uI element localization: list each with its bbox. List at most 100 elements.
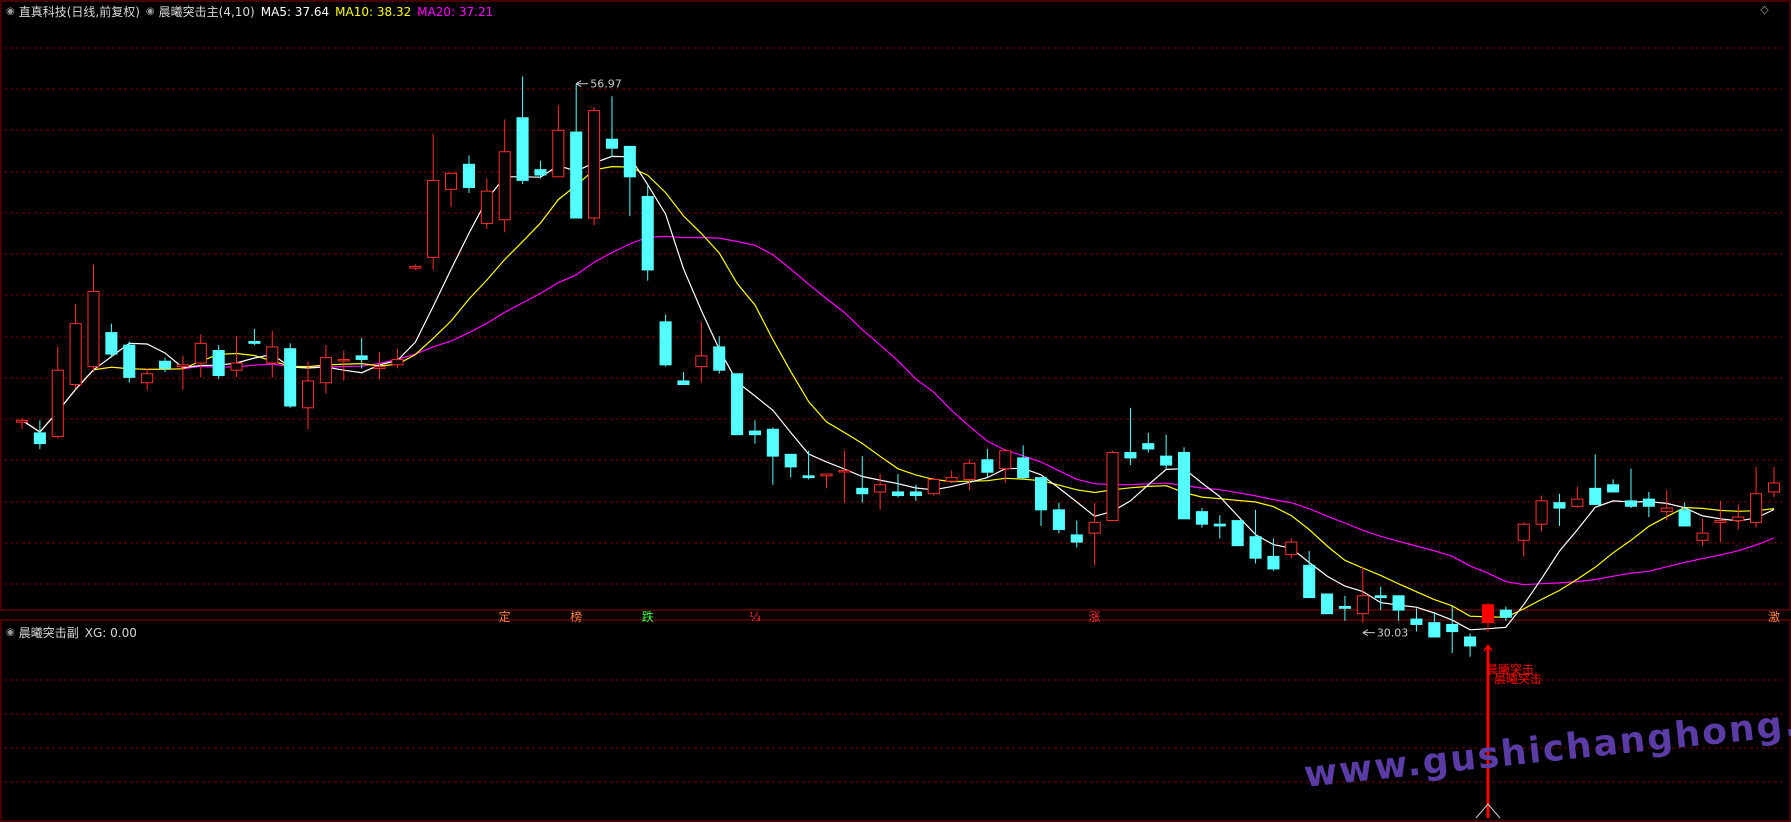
candle-body-75 [1356,595,1369,615]
candle-body-51 [927,478,940,495]
bottom-marker-5: 激 [1768,610,1780,624]
candle-body-91 [1642,498,1655,507]
candle-body-33 [605,138,619,149]
candle-body-39 [713,346,726,371]
indicator-name: 晨曦突击主(4,10) [158,5,255,19]
candle-body-8 [158,360,172,369]
candle-body-13 [248,341,261,344]
candle-body-35 [641,196,654,271]
ma20-line [21,235,1775,586]
candle-body-10 [194,342,207,364]
candle-body-43 [784,453,797,468]
bottom-marker-2: 跌 [642,609,654,624]
candle-body-31 [570,131,583,219]
sub-panel-header: ◉ 晨曦突击副 XG: 0.00 [6,624,143,642]
candle-body-46 [838,469,851,473]
bottom-marker-4: 涨 [1089,609,1101,624]
candle-body-89 [1607,484,1620,493]
candle-body-65 [1177,452,1191,520]
panel-menu-icon[interactable]: ◉ [6,3,15,21]
candle-body-78 [1410,618,1423,625]
candle-body-98 [1767,482,1781,493]
candle-body-34 [623,145,636,178]
candle-body-59 [1070,534,1083,543]
candle-body-49 [891,491,905,497]
candle-body-18 [337,358,350,362]
candle-body-63 [1142,443,1155,450]
candle-body-0 [15,419,29,423]
sub-panel-menu-icon[interactable]: ◉ [6,624,15,642]
candle-body-56 [1017,457,1030,479]
collapse-icon[interactable]: ◇ [1758,3,1771,16]
candle-body-27 [498,151,511,221]
candle-body-42 [766,428,779,457]
candle-body-57 [1034,477,1048,511]
candle-body-86 [1553,502,1566,509]
ma5-value: MA5: 37.64 [260,5,330,19]
candle-body-5 [105,332,118,355]
candle-body-92 [1660,507,1673,513]
main-panel-header: ◉ 直真科技(日线,前复权) ◉ 晨曦突击主(4,10) MA5: 37.64 … [6,3,499,21]
candle-body-29 [534,169,547,176]
candle-body-84 [1517,523,1530,541]
candle-body-3 [69,323,82,386]
candle-body-74 [1338,606,1351,609]
candle-body-37 [677,380,690,386]
candle-body-47 [856,487,869,495]
candle-body-55 [999,450,1012,470]
candle-body-79 [1428,622,1441,638]
candle-body-24 [445,172,458,190]
candle-body-4 [87,290,100,368]
candle-body-38 [695,355,708,368]
min-price-label: 30.03 [1377,627,1409,640]
candle-body-62 [1124,452,1137,459]
candle-body-66 [1195,511,1208,525]
candle-body-20 [373,366,386,369]
candle-body-83 [1499,609,1512,618]
indicator-menu-icon[interactable]: ◉ [146,3,155,21]
candle-body-88 [1589,487,1602,505]
candle-body-23 [427,179,440,258]
candle-body-19 [355,355,368,360]
candle-body-61 [1106,452,1119,522]
candle-body-94 [1696,532,1709,541]
candle-body-7 [141,373,154,384]
candle-body-22 [409,265,422,269]
candle-body-28 [516,117,529,181]
candle-body-17 [319,357,332,384]
candle-body-68 [1231,520,1244,547]
candle-body-58 [1052,509,1065,531]
candle-body-93 [1678,509,1691,527]
candle-body-82 [1481,604,1495,624]
stock-title: 直真科技(日线,前复权) [18,5,140,19]
candle-body-48 [874,484,887,493]
main-panel-border [0,0,1791,611]
bottom-marker-1: 榜 [570,609,582,624]
candle-body-15 [284,348,297,407]
candle-body-90 [1624,500,1638,507]
candle-body-73 [1321,593,1334,615]
candle-body-36 [659,321,672,366]
candle-body-72 [1303,564,1316,599]
candle-body-97 [1750,493,1763,523]
bottom-marker-3: ⅓ [749,610,761,624]
candle-body-26 [480,190,493,224]
bottom-marker-0: 定 [499,609,511,624]
candle-body-77 [1392,595,1405,611]
max-price-label: 56.97 [590,78,622,91]
candle-body-71 [1285,541,1298,556]
candle-body-45 [820,473,833,477]
candle-body-60 [1088,521,1101,534]
sub-indicator-name: 晨曦突击副 [18,626,79,640]
candle-body-52 [945,477,958,482]
candle-body-25 [462,163,475,189]
sub-panel-border [0,619,1791,822]
candle-body-67 [1213,523,1226,527]
ma20-value: MA20: 37.21 [417,5,494,19]
xg-value: XG: 0.00 [84,626,137,640]
candle-body-76 [1374,595,1387,599]
candle-body-44 [802,475,815,479]
candle-body-69 [1249,536,1262,559]
candle-body-6 [123,344,136,378]
candle-body-11 [212,349,225,377]
